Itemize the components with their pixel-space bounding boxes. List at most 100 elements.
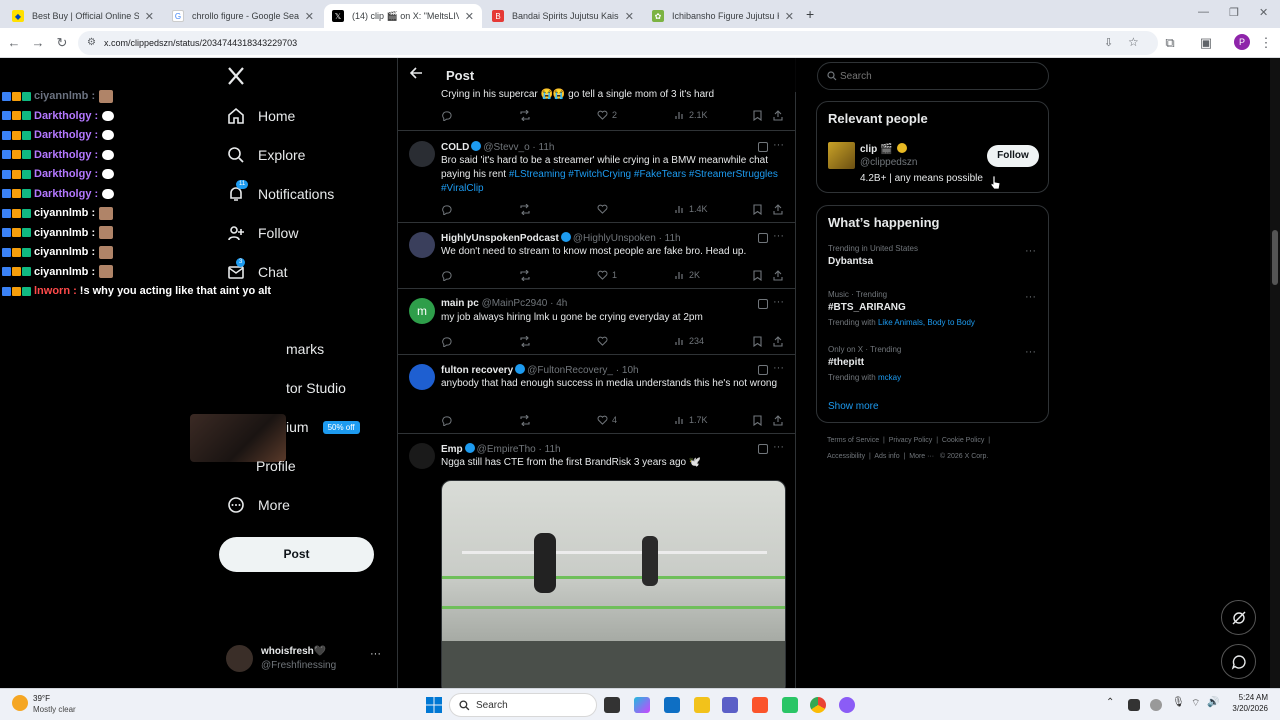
post-author-handle[interactable]: @FultonRecovery_ — [527, 365, 613, 376]
close-tab-icon[interactable]: ✕ — [785, 10, 794, 23]
nav-more[interactable]: More — [226, 490, 290, 520]
post-more-icon[interactable]: ··· — [773, 441, 784, 453]
views-button[interactable]: 234 — [675, 336, 704, 346]
trend-item[interactable]: Trending in United States Dybantsa — [828, 244, 1038, 267]
cookie-link[interactable]: Cookie Policy — [942, 437, 984, 444]
reply-icon[interactable] — [441, 270, 456, 281]
tab-google-search[interactable]: G chrollo figure - Google Search ✕ — [164, 4, 322, 28]
search-input[interactable] — [840, 69, 1040, 83]
bookmark-icon[interactable] — [753, 336, 766, 347]
share-icon[interactable] — [773, 336, 787, 347]
post-item[interactable]: Emp @EmpireTho · 11h ··· Ngga still has CTE… — [398, 434, 796, 688]
post-partial[interactable]: Crying in his supercar 😭😭 go tell a sing… — [398, 85, 796, 131]
reply-icon[interactable] — [441, 336, 456, 347]
close-tab-icon[interactable]: ✕ — [305, 10, 314, 23]
show-more-link[interactable]: Show more — [828, 401, 879, 412]
store-icon[interactable] — [664, 697, 680, 713]
trend-more-icon[interactable]: ··· — [1025, 245, 1036, 257]
more-link[interactable]: More ··· — [909, 453, 934, 460]
brave-icon[interactable] — [752, 697, 768, 713]
share-icon[interactable] — [773, 415, 787, 426]
close-tab-icon[interactable]: ✕ — [625, 10, 634, 23]
like-button[interactable] — [597, 204, 612, 214]
post-item[interactable]: m main pc @MainPc2940 · 4h ··· my job alway… — [398, 289, 796, 355]
minimize-icon[interactable]: — — [1198, 6, 1209, 18]
post-time[interactable]: · 11h — [539, 444, 561, 455]
post-author-name[interactable]: HighlyUnspokenPodcast — [441, 233, 559, 244]
address-bar[interactable]: ⚙ x.com/clippedszn/status/20347443183432… — [78, 31, 1158, 55]
repost-icon[interactable] — [519, 270, 535, 281]
trend-more-icon[interactable]: ··· — [1025, 346, 1036, 358]
post-author-name[interactable]: COLD — [441, 142, 469, 153]
nav-creator-studio[interactable]: tor Studio — [286, 373, 346, 403]
nav-notifications[interactable]: 11 Notifications — [226, 179, 334, 209]
post-time[interactable]: · 11h — [659, 233, 681, 244]
chrome-icon[interactable] — [810, 697, 826, 713]
chevron-up-icon[interactable]: ⌃ — [1106, 697, 1114, 708]
views-button[interactable]: 1.7K — [675, 415, 708, 425]
close-tab-icon[interactable]: ✕ — [465, 10, 474, 23]
scrollbar-thumb[interactable] — [1272, 230, 1278, 285]
grok-explain-icon[interactable] — [758, 365, 768, 375]
share-icon[interactable] — [773, 110, 787, 121]
post-avatar[interactable]: m — [409, 298, 435, 324]
post-more-icon[interactable]: ··· — [773, 296, 784, 308]
close-window-icon[interactable]: ✕ — [1259, 6, 1268, 19]
nav-follow[interactable]: Follow — [226, 218, 298, 248]
repost-icon[interactable] — [519, 336, 535, 347]
like-button[interactable]: 2 — [597, 110, 617, 120]
post-author-handle[interactable]: @MainPc2940 — [482, 298, 548, 309]
new-tab-icon[interactable]: + — [806, 6, 814, 22]
tab-best-buy[interactable]: ◆ Best Buy | Official Online Store ✕ — [4, 4, 162, 28]
clock-time[interactable]: 5:24 AM — [1226, 693, 1268, 702]
app-icon-2[interactable] — [839, 697, 855, 713]
post-avatar[interactable] — [409, 443, 435, 469]
terms-link[interactable]: Terms of Service — [827, 437, 879, 444]
grok-explain-icon[interactable] — [758, 299, 768, 309]
tab-ichibansho[interactable]: ✿ Ichibansho Figure Jujutsu Kaise ✕ — [644, 4, 802, 28]
bookmark-icon[interactable] — [753, 415, 766, 426]
grok-button[interactable] — [1221, 600, 1256, 635]
views-button[interactable]: 1.4K — [675, 204, 708, 214]
post-time[interactable]: · 10h — [616, 365, 639, 376]
search-box[interactable] — [817, 62, 1049, 90]
extensions-icon[interactable]: ⧉ — [1162, 35, 1178, 51]
reload-icon[interactable]: ↻ — [54, 35, 70, 51]
share-icon[interactable] — [773, 204, 787, 215]
accessibility-link[interactable]: Accessibility — [827, 453, 865, 460]
tab-x-post[interactable]: 𝕏 (14) clip 🎬 on X: "MeltsLIVE c ✕ — [324, 4, 482, 28]
trend-item[interactable]: Only on X · Trending #thepitt Trending wit… — [828, 345, 1038, 382]
nav-premium[interactable]: ium 50% off — [286, 412, 360, 442]
account-more-icon[interactable]: ··· — [370, 648, 381, 660]
views-button[interactable]: 2K — [675, 270, 700, 280]
bookmark-icon[interactable] — [753, 110, 766, 121]
profile-avatar[interactable]: P — [1234, 34, 1250, 50]
taskbar-search[interactable]: Search — [449, 693, 597, 717]
nav-profile[interactable]: Profile — [256, 451, 296, 481]
post-video[interactable] — [441, 480, 786, 688]
post-item[interactable]: HighlyUnspokenPodcast @HighlyUnspoken · 1… — [398, 223, 796, 289]
restore-icon[interactable]: ❐ — [1229, 6, 1239, 19]
menu-kebab-icon[interactable]: ⋮ — [1258, 35, 1274, 51]
reply-icon[interactable] — [441, 110, 456, 121]
trend-more-icon[interactable]: ··· — [1025, 291, 1036, 303]
install-app-icon[interactable]: ⇩ — [1104, 36, 1113, 49]
trend-with-topics[interactable]: mckay — [878, 373, 901, 382]
views-button[interactable]: 2.1K — [675, 110, 708, 120]
bookmark-star-icon[interactable]: ☆ — [1128, 35, 1139, 49]
tray-icon[interactable] — [1128, 699, 1140, 711]
volume-icon[interactable]: 🔊 — [1207, 697, 1219, 708]
grok-explain-icon[interactable] — [758, 444, 768, 454]
post-author-handle[interactable]: @EmpireTho — [477, 444, 536, 455]
post-avatar[interactable] — [409, 232, 435, 258]
grok-explain-icon[interactable] — [758, 142, 768, 152]
cloud-icon[interactable] — [1150, 699, 1162, 711]
back-arrow-icon[interactable] — [410, 67, 423, 79]
reply-icon[interactable] — [441, 415, 456, 426]
forward-icon[interactable]: → — [30, 35, 46, 51]
messages-button[interactable] — [1221, 644, 1256, 679]
site-info-icon[interactable]: ⚙ — [87, 37, 96, 48]
nav-bookmarks[interactable]: marks — [286, 334, 324, 364]
post-author-name[interactable]: Emp — [441, 444, 463, 455]
windows-start-icon[interactable] — [426, 697, 442, 713]
